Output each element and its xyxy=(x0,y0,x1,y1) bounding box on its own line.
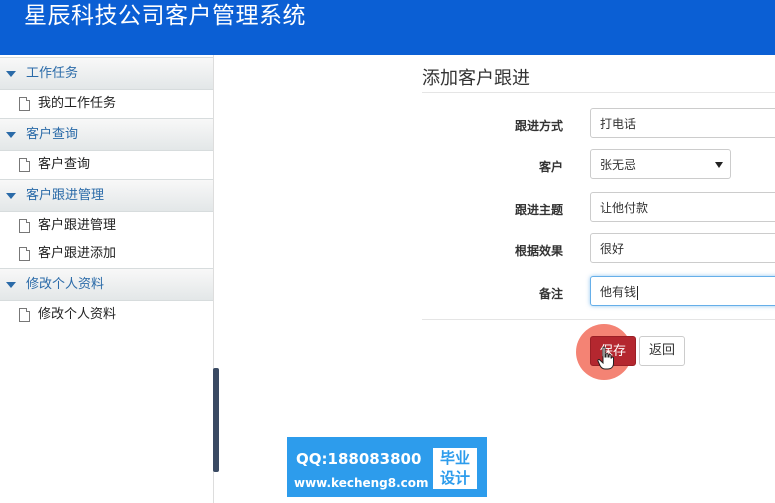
form-row-method: 跟进方式 打电话 xyxy=(422,108,775,142)
document-icon xyxy=(19,247,30,261)
method-label: 跟进方式 xyxy=(514,119,563,133)
subject-label: 跟进主题 xyxy=(514,203,563,217)
sidebar-item-label: 修改个人资料 xyxy=(38,307,117,322)
sidebar-group-customer-query[interactable]: 客户查询 xyxy=(0,118,213,151)
method-input[interactable]: 打电话 xyxy=(590,108,775,138)
sidebar-resize-handle[interactable] xyxy=(213,368,219,472)
sidebar-item-my-tasks[interactable]: 我的工作任务 xyxy=(0,90,213,118)
caret-down-icon xyxy=(6,193,16,199)
sidebar-group-edit-profile[interactable]: 修改个人资料 xyxy=(0,268,213,301)
sidebar-item-label: 客户跟进管理 xyxy=(38,218,117,233)
watermark-badge: 毕业 设计 xyxy=(433,448,477,489)
subject-input[interactable]: 让他付款 xyxy=(590,192,775,222)
sidebar-item-customer-query[interactable]: 客户查询 xyxy=(0,151,213,179)
note-label: 备注 xyxy=(538,287,563,301)
document-icon xyxy=(19,219,30,233)
customer-select[interactable]: 张无忌 xyxy=(590,149,731,179)
sidebar-item-label: 客户查询 xyxy=(38,157,91,172)
customer-select-value: 张无忌 xyxy=(600,158,637,172)
sidebar-item-edit-profile[interactable]: 修改个人资料 xyxy=(0,301,213,329)
text-cursor xyxy=(637,285,639,300)
form-row-result: 根据效果 很好 xyxy=(422,233,775,267)
watermark-badge-line1: 毕业 xyxy=(439,449,470,467)
back-button[interactable]: 返回 xyxy=(639,336,685,366)
form-row-subject: 跟进主题 让他付款 xyxy=(422,192,775,226)
page-title: 添加客户跟进 xyxy=(422,68,530,89)
caret-down-icon xyxy=(6,132,16,138)
hand-pointer-icon xyxy=(597,346,614,370)
watermark-url: www.kecheng8.com xyxy=(294,476,429,490)
watermark-banner: QQ:188083800 www.kecheng8.com 毕业 设计 xyxy=(287,437,487,497)
dropdown-arrow-icon xyxy=(715,162,723,168)
sidebar-group-followup-management[interactable]: 客户跟进管理 xyxy=(0,179,213,212)
watermark-qq: QQ:188083800 xyxy=(296,450,422,468)
result-input[interactable]: 很好 xyxy=(590,233,775,263)
sidebar-group-label: 修改个人资料 xyxy=(26,277,105,292)
app-header: 星辰科技公司客户管理系统 xyxy=(0,0,775,55)
sidebar-group-label: 客户跟进管理 xyxy=(26,188,105,203)
note-input-value: 他有钱 xyxy=(600,285,637,299)
sidebar-group-label: 工作任务 xyxy=(26,66,79,81)
watermark-badge-line2: 设计 xyxy=(439,469,470,487)
sidebar-item-label: 我的工作任务 xyxy=(38,96,117,111)
sidebar-group-work-tasks[interactable]: 工作任务 xyxy=(0,57,213,90)
sidebar-item-label: 客户跟进添加 xyxy=(38,246,117,261)
sidebar-group-label: 客户查询 xyxy=(26,127,79,142)
form-row-note: 备注 他有钱 xyxy=(422,276,775,310)
customer-label: 客户 xyxy=(538,160,563,174)
title-divider xyxy=(422,92,775,93)
caret-down-icon xyxy=(6,71,16,77)
result-label: 根据效果 xyxy=(514,244,563,258)
form-row-customer: 客户 张无忌 xyxy=(422,149,775,183)
sidebar-nav: 工作任务 我的工作任务 客户查询 客户查询 客户跟进管理 客户跟进管理 客户跟进… xyxy=(0,55,214,503)
document-icon xyxy=(19,308,30,322)
note-input[interactable]: 他有钱 xyxy=(590,276,775,306)
app-title: 星辰科技公司客户管理系统 xyxy=(24,3,306,29)
sidebar-item-followup-management[interactable]: 客户跟进管理 xyxy=(0,212,213,240)
form-divider xyxy=(422,319,775,320)
caret-down-icon xyxy=(6,282,16,288)
document-icon xyxy=(19,158,30,172)
sidebar-item-followup-add[interactable]: 客户跟进添加 xyxy=(0,240,213,268)
document-icon xyxy=(19,97,30,111)
